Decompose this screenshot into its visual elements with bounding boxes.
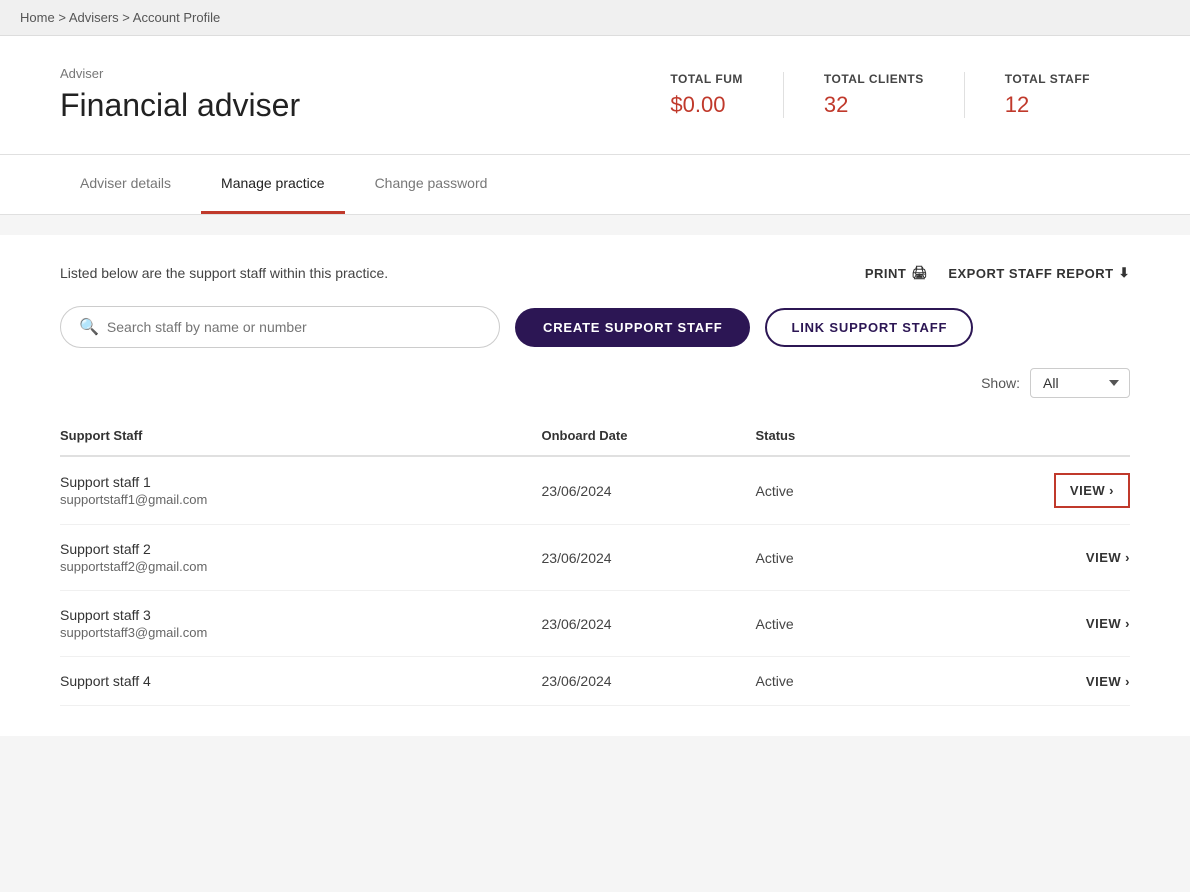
create-support-staff-button[interactable]: CREATE SUPPORT STAFF: [515, 308, 750, 347]
col-header-onboard: Onboard Date: [542, 418, 756, 456]
staff-name: Support staff 1: [60, 474, 542, 490]
chevron-right-icon: ›: [1109, 483, 1114, 498]
stat-total-fum: TOTAL FUM $0.00: [630, 72, 783, 118]
action-cell: VIEW ›: [970, 525, 1131, 591]
export-label: EXPORT STAFF REPORT: [948, 266, 1113, 281]
stat-staff-label: TOTAL STAFF: [1005, 72, 1090, 86]
search-input[interactable]: [107, 319, 481, 335]
view-label: VIEW: [1086, 674, 1121, 689]
view-button[interactable]: VIEW ›: [1054, 473, 1130, 508]
download-icon: ⬇: [1119, 265, 1130, 281]
col-header-action: [970, 418, 1131, 456]
onboard-date-cell: 23/06/2024: [542, 525, 756, 591]
stat-clients-value: 32: [824, 92, 924, 118]
stat-total-clients: TOTAL CLIENTS 32: [783, 72, 964, 118]
header-left: Adviser Financial adviser: [60, 66, 300, 124]
staff-name: Support staff 3: [60, 607, 542, 623]
breadcrumb-current: Account Profile: [133, 10, 220, 25]
controls-row: 🔍 CREATE SUPPORT STAFF LINK SUPPORT STAF…: [60, 306, 1130, 348]
print-link[interactable]: PRINT 🖨: [865, 265, 929, 281]
search-icon: 🔍: [79, 317, 99, 337]
staff-email: supportstaff3@gmail.com: [60, 625, 542, 640]
breadcrumb-sep-2: >: [122, 10, 133, 25]
export-link[interactable]: EXPORT STAFF REPORT ⬇: [948, 265, 1130, 281]
stat-total-staff: TOTAL STAFF 12: [964, 72, 1130, 118]
staff-cell: Support staff 1 supportstaff1@gmail.com: [60, 456, 542, 525]
search-box[interactable]: 🔍: [60, 306, 500, 348]
print-label: PRINT: [865, 266, 907, 281]
view-label: VIEW: [1086, 616, 1121, 631]
staff-email: supportstaff1@gmail.com: [60, 492, 542, 507]
onboard-date-cell: 23/06/2024: [542, 657, 756, 706]
staff-name: Support staff 2: [60, 541, 542, 557]
adviser-name: Financial adviser: [60, 87, 300, 124]
table-row: Support staff 423/06/2024ActiveVIEW ›: [60, 657, 1130, 706]
main-content: Listed below are the support staff withi…: [0, 235, 1190, 736]
view-button[interactable]: VIEW ›: [970, 616, 1131, 631]
header-section: Adviser Financial adviser TOTAL FUM $0.0…: [0, 36, 1190, 155]
view-button[interactable]: VIEW ›: [970, 550, 1131, 565]
tab-manage-practice[interactable]: Manage practice: [201, 155, 345, 214]
description-text: Listed below are the support staff withi…: [60, 265, 388, 281]
tabs-container: Adviser details Manage practice Change p…: [60, 155, 1130, 214]
print-icon: 🖨: [911, 265, 928, 281]
status-cell: Active: [756, 456, 970, 525]
action-cell: VIEW ›: [970, 456, 1131, 525]
breadcrumb-home[interactable]: Home: [20, 10, 55, 25]
status-cell: Active: [756, 657, 970, 706]
breadcrumb: Home > Advisers > Account Profile: [0, 0, 1190, 36]
chevron-right-icon: ›: [1125, 674, 1130, 689]
action-links: PRINT 🖨 EXPORT STAFF REPORT ⬇: [865, 265, 1130, 281]
stat-clients-label: TOTAL CLIENTS: [824, 72, 924, 86]
staff-cell: Support staff 3 supportstaff3@gmail.com: [60, 591, 542, 657]
staff-cell: Support staff 2 supportstaff2@gmail.com: [60, 525, 542, 591]
table-row: Support staff 2 supportstaff2@gmail.com23…: [60, 525, 1130, 591]
table-row: Support staff 3 supportstaff3@gmail.com23…: [60, 591, 1130, 657]
show-label: Show:: [981, 375, 1020, 391]
onboard-date-cell: 23/06/2024: [542, 456, 756, 525]
chevron-right-icon: ›: [1125, 550, 1130, 565]
breadcrumb-sep-1: >: [58, 10, 69, 25]
tab-change-password[interactable]: Change password: [355, 155, 508, 214]
status-cell: Active: [756, 591, 970, 657]
staff-email: supportstaff2@gmail.com: [60, 559, 542, 574]
show-row: Show: All Active Inactive: [60, 368, 1130, 398]
tab-section: Adviser details Manage practice Change p…: [0, 155, 1190, 215]
view-button[interactable]: VIEW ›: [970, 674, 1131, 689]
adviser-label: Adviser: [60, 66, 300, 81]
link-support-staff-button[interactable]: LINK SUPPORT STAFF: [765, 308, 973, 347]
staff-name: Support staff 4: [60, 673, 542, 689]
col-header-status: Status: [756, 418, 970, 456]
stat-staff-value: 12: [1005, 92, 1090, 118]
col-header-staff: Support Staff: [60, 418, 542, 456]
action-cell: VIEW ›: [970, 591, 1131, 657]
staff-cell: Support staff 4: [60, 657, 542, 706]
stat-fum-value: $0.00: [670, 92, 743, 118]
show-select[interactable]: All Active Inactive: [1030, 368, 1130, 398]
onboard-date-cell: 23/06/2024: [542, 591, 756, 657]
status-cell: Active: [756, 525, 970, 591]
tab-adviser-details[interactable]: Adviser details: [60, 155, 191, 214]
staff-table: Support Staff Onboard Date Status Suppor…: [60, 418, 1130, 706]
chevron-right-icon: ›: [1125, 616, 1130, 631]
table-header-row: Support Staff Onboard Date Status: [60, 418, 1130, 456]
view-label: VIEW: [1086, 550, 1121, 565]
action-cell: VIEW ›: [970, 657, 1131, 706]
header-stats: TOTAL FUM $0.00 TOTAL CLIENTS 32 TOTAL S…: [630, 72, 1130, 118]
stat-fum-label: TOTAL FUM: [670, 72, 743, 86]
view-label: VIEW: [1070, 483, 1105, 498]
description-row: Listed below are the support staff withi…: [60, 265, 1130, 281]
table-row: Support staff 1 supportstaff1@gmail.com23…: [60, 456, 1130, 525]
breadcrumb-advisers[interactable]: Advisers: [69, 10, 119, 25]
